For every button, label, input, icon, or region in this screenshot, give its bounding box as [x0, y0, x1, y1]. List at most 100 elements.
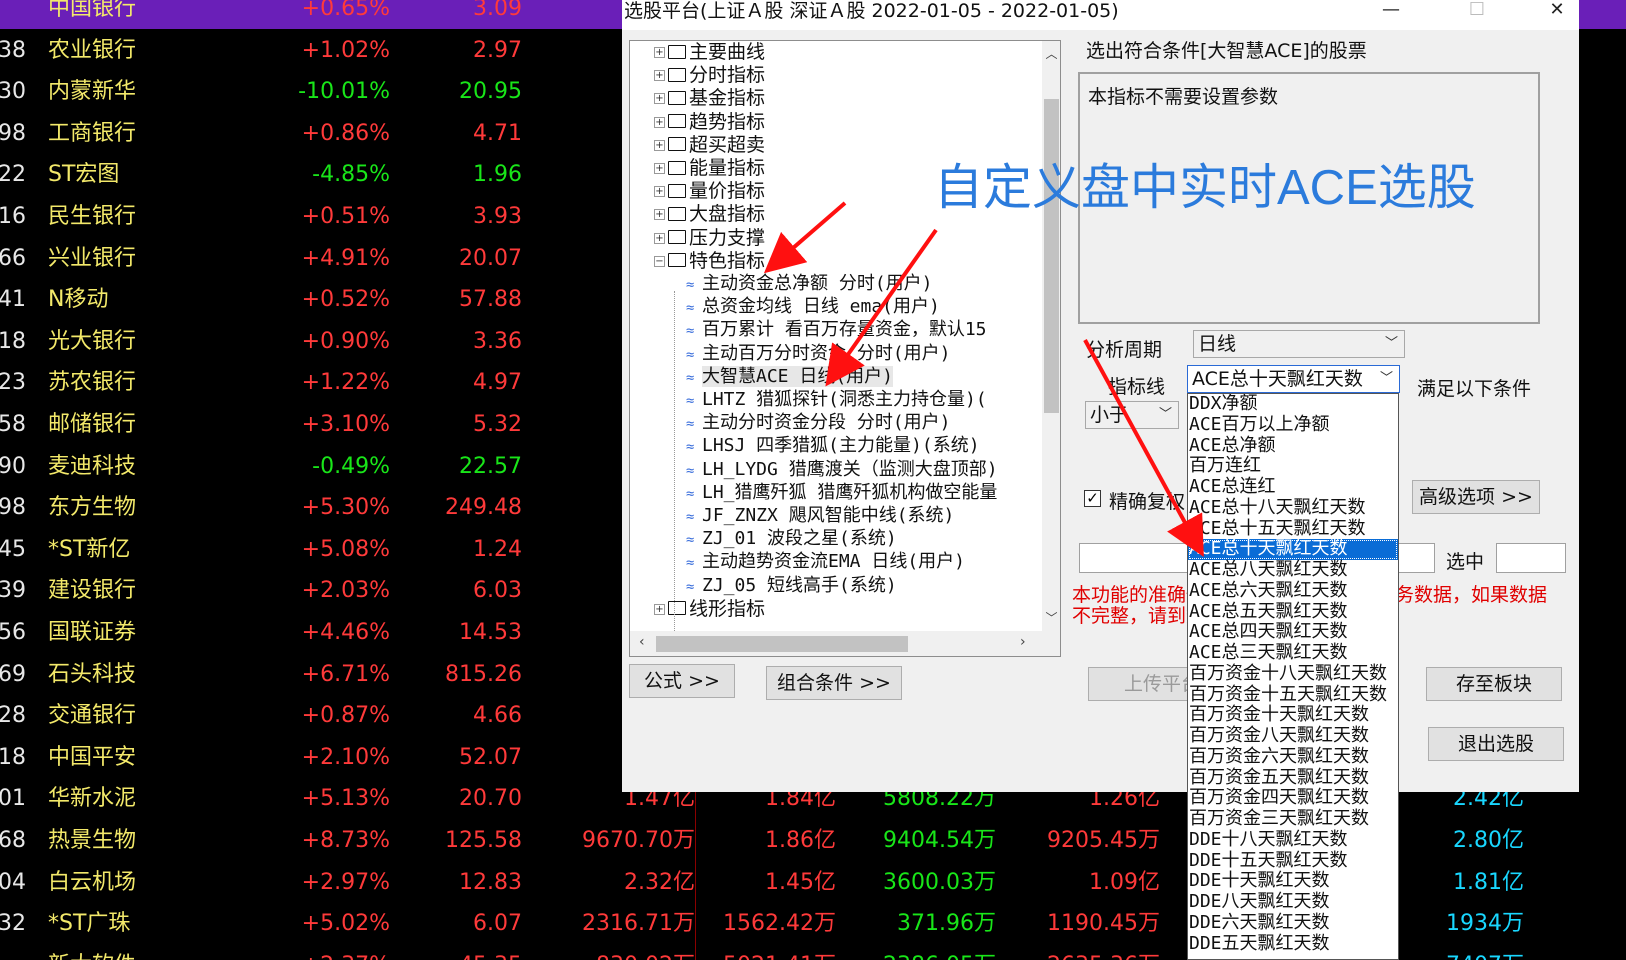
tree-indicator-item[interactable]: ≈ 百万累计 看百万存量资金，默认15 [686, 318, 987, 342]
scroll-up-icon[interactable]: ︿ [1044, 45, 1059, 62]
expand-toggle-icon[interactable]: + [654, 186, 665, 198]
change-percent: -0.49% [312, 453, 390, 479]
formula-button[interactable]: 公式 >> [629, 664, 735, 698]
advanced-options-button[interactable]: 高级选项 >> [1412, 480, 1540, 514]
tree-indicator-item[interactable]: ≈ 总资金均线 日线 ema(用户) [686, 295, 940, 319]
expand-toggle-icon[interactable]: + [654, 139, 665, 151]
tree-indicator-label: ZJ_01 波段之星(系统) [702, 528, 897, 550]
dropdown-option[interactable]: ACE总十八天飘红天数 [1188, 497, 1398, 519]
scroll-left-icon[interactable]: ‹ [639, 634, 645, 650]
folder-icon [668, 230, 686, 245]
dropdown-option[interactable]: 百万资金五天飘红天数 [1188, 767, 1398, 789]
indicator-icon: ≈ [686, 346, 695, 363]
tree-indicator-item[interactable]: ≈ 主动百万分时资金 分时(用户) [686, 342, 951, 366]
dropdown-option[interactable]: ACE总十五天飘红天数 [1188, 518, 1398, 540]
dropdown-option[interactable]: 百万连红 [1188, 456, 1398, 477]
operator-select[interactable]: 小于 ﹀ [1085, 401, 1179, 429]
tree-folder[interactable]: − 特色指标 [654, 249, 765, 273]
stock-code: 23 [0, 370, 26, 396]
dropdown-option[interactable]: 百万资金三天飘红天数 [1188, 809, 1398, 830]
tree-indicator-label: 主动资金总净额 分时(用户) [702, 273, 933, 294]
dropdown-option[interactable]: ACE总五天飘红天数 [1188, 601, 1398, 623]
dropdown-option[interactable]: ACE百万以上净额 [1188, 414, 1398, 436]
tree-folder-label: 线形指标 [689, 597, 766, 620]
scroll-down-icon[interactable]: ﹀ [1044, 609, 1059, 626]
change-percent: -4.85% [312, 162, 390, 188]
dropdown-option[interactable]: 百万资金四天飘红天数 [1188, 788, 1398, 809]
tree-folder[interactable]: + 大盘指标 [654, 202, 765, 226]
dropdown-option[interactable]: ACE总十天飘红天数 [1188, 539, 1398, 560]
dropdown-option[interactable]: ACE总六天飘红天数 [1188, 580, 1398, 602]
expand-toggle-icon[interactable]: + [654, 70, 665, 82]
expand-toggle-icon[interactable]: − [654, 255, 665, 267]
expand-toggle-icon[interactable]: + [654, 47, 665, 58]
tree-indicator-item[interactable]: ≈ 主动分时资金分段 分时(用户) [686, 411, 951, 435]
dropdown-option[interactable]: DDE十八天飘红天数 [1188, 829, 1398, 851]
indicator-line-dropdown[interactable]: DDX净额 ACE百万以上净额 ACE总净额 百万连红 ACE总连红 ACE总十八天飘红天… [1187, 393, 1399, 960]
dropdown-option[interactable]: ACE总净额 [1188, 435, 1398, 457]
dropdown-option[interactable]: 百万资金十五天飘红天数 [1188, 684, 1398, 706]
tree-indicator-item[interactable]: ≈ LHTZ 猎狐探针(洞悉主力持仓量)( [686, 388, 987, 412]
exact-restore-checkbox[interactable]: ✓ [1084, 490, 1101, 507]
close-button[interactable]: ✕ [1534, 0, 1580, 28]
dropdown-option[interactable]: 百万资金八天飘红天数 [1188, 726, 1398, 747]
tree-folder[interactable]: + 基金指标 [654, 86, 765, 110]
save-to-block-button[interactable]: 存至板块 [1426, 667, 1562, 701]
dropdown-option[interactable]: ACE总连红 [1188, 477, 1398, 498]
dropdown-option[interactable]: ACE总三天飘红天数 [1188, 643, 1398, 664]
tree-indicator-item[interactable]: ≈ LHSJ 四季猎狐(主力能量)(系统) [686, 434, 980, 458]
dropdown-option[interactable]: 百万资金十天飘红天数 [1188, 705, 1398, 726]
tree-folder[interactable]: + 量价指标 [654, 179, 765, 203]
tree-indicator-item[interactable]: ≈ ZJ_05 短线高手(系统) [686, 574, 897, 598]
tree-vertical-scrollbar[interactable]: ︿ ﹀ [1042, 41, 1060, 631]
dropdown-option[interactable]: DDE八天飘红天数 [1188, 892, 1398, 913]
tree-folder[interactable]: + 趋势指标 [654, 110, 765, 134]
dropdown-option[interactable]: ACE总四天飘红天数 [1188, 622, 1398, 643]
dropdown-option[interactable]: DDX净额 [1188, 394, 1398, 415]
period-select[interactable]: 日线 ﹀ [1193, 330, 1405, 358]
tree-folder[interactable]: + 主要曲线 [654, 41, 765, 64]
stock-name: N移动 [48, 287, 109, 313]
maximize-button[interactable]: ☐ [1454, 0, 1500, 28]
tree-indicator-item[interactable]: ≈ 主动资金总净额 分时(用户) [686, 272, 933, 296]
tree-folder[interactable]: + 超买超卖 [654, 133, 765, 157]
exit-screener-button[interactable]: 退出选股 [1428, 727, 1564, 761]
tree-folder[interactable]: + 分时指标 [654, 63, 765, 87]
expand-toggle-icon[interactable]: + [654, 603, 665, 615]
value-col-d: 1190.45万 [1047, 911, 1160, 937]
tree-folder[interactable]: + 能量指标 [654, 156, 765, 180]
dropdown-option[interactable]: DDE十天飘红天数 [1188, 871, 1398, 892]
scroll-thumb[interactable] [656, 636, 908, 652]
dropdown-option[interactable]: 百万资金十八天飘红天数 [1188, 663, 1398, 685]
tree-horizontal-scrollbar[interactable]: ‹ › [630, 631, 1060, 656]
dropdown-option[interactable]: ACE总八天飘红天数 [1188, 560, 1398, 581]
tree-indicator-item[interactable]: ≈ 主动趋势资金流EMA 日线(用户) [686, 550, 965, 574]
dropdown-option[interactable]: DDE五天飘红天数 [1188, 933, 1398, 955]
tree-folder[interactable]: + 压力支撑 [654, 226, 765, 250]
indicator-line-select[interactable]: ACE总十天飘红天数 ﹀ [1187, 365, 1400, 393]
selected-count-label: 选中 [1446, 551, 1485, 573]
expand-toggle-icon[interactable]: + [654, 209, 665, 221]
tree-folder[interactable]: + 线形指标 [654, 597, 765, 621]
combo-conditions-button[interactable]: 组合条件 >> [766, 666, 902, 700]
tree-indicator-item[interactable]: ≈ LH_LYDG 猎鹰渡关（监测大盘顶部) [686, 458, 998, 482]
expand-toggle-icon[interactable]: + [654, 163, 665, 174]
stock-name: 白云机场 [48, 869, 137, 895]
tree-indicator-item[interactable]: ≈ ZJ_01 波段之星(系统) [686, 527, 897, 551]
scroll-thumb[interactable] [1044, 99, 1059, 413]
expand-toggle-icon[interactable]: + [654, 116, 665, 128]
dropdown-option[interactable]: 百万资金六天飘红天数 [1188, 746, 1398, 768]
expand-toggle-icon[interactable]: + [654, 232, 665, 244]
stock-name: 新大软件 [48, 946, 248, 960]
dropdown-option[interactable]: DDE六天飘红天数 [1188, 912, 1398, 934]
dropdown-option[interactable]: DDE十五天飘红天数 [1188, 850, 1398, 872]
expand-toggle-icon[interactable]: + [654, 93, 665, 105]
tree-indicator-item[interactable]: ≈ JF_ZNZX 飓风智能中线(系统) [686, 504, 954, 528]
overlay-caption: 自定义盘中实时ACE选股 [934, 161, 1476, 215]
tree-indicator-item[interactable]: ≈ 大智慧ACE 日线(用户) [686, 365, 894, 389]
indicator-tree[interactable]: + 主要曲线 + 分时指标 + 基金指标 + 趋势指标 + 超买超卖 + 能量指标 + 量价指标 + 大盘指标… [629, 40, 1061, 657]
tree-indicator-item[interactable]: ≈ LH_猎鹰歼狐 猎鹰歼狐机构做空能量 [686, 481, 997, 505]
scroll-right-icon[interactable]: › [1020, 634, 1026, 650]
stock-code: 18 [0, 328, 26, 354]
minimize-button[interactable]: — [1368, 0, 1414, 28]
